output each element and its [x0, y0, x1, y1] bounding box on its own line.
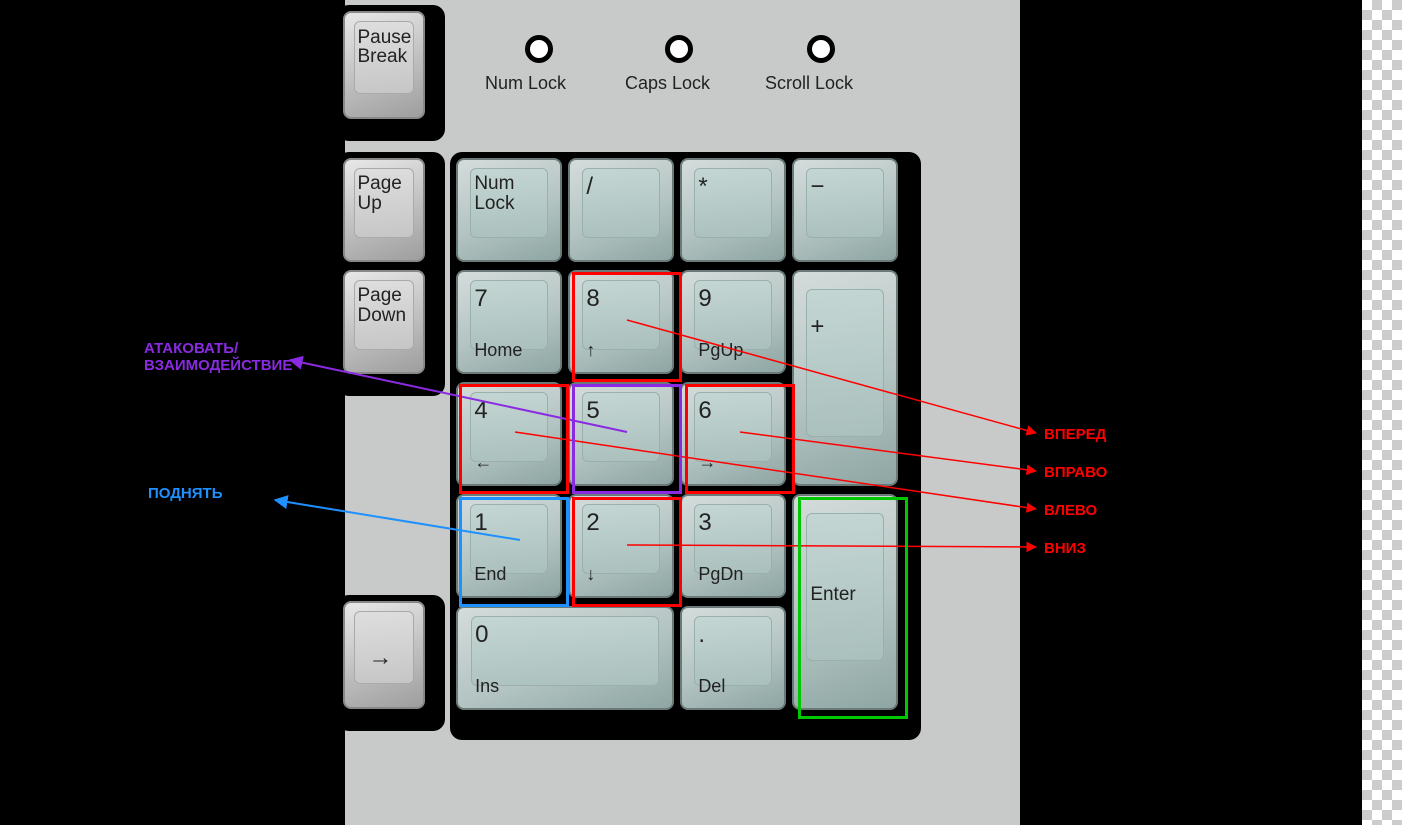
- plus-label: +: [810, 314, 824, 339]
- num2-label: 2: [586, 510, 599, 535]
- dot-key[interactable]: . Del: [680, 606, 786, 710]
- num4-key[interactable]: 4←: [456, 382, 562, 486]
- num4-sub: ←: [474, 453, 492, 472]
- arrow-cluster: →: [337, 595, 445, 731]
- numlock-led: [525, 35, 553, 63]
- plus-key[interactable]: +: [792, 270, 898, 486]
- pause-cluster: Pause Break: [337, 5, 445, 141]
- star-key[interactable]: *: [680, 158, 786, 262]
- page-cluster: Page Up Page Down: [337, 152, 445, 396]
- minus-key[interactable]: −: [792, 158, 898, 262]
- num5-key[interactable]: 5: [568, 382, 674, 486]
- dot-sub: Del: [698, 677, 725, 696]
- scrolllock-led-label: Scroll Lock: [765, 73, 853, 94]
- num1-label: 1: [474, 510, 487, 535]
- capslock-led-label: Caps Lock: [625, 73, 710, 94]
- star-label: *: [698, 174, 707, 199]
- pagedown-key[interactable]: Page Down: [343, 270, 425, 374]
- pagedown-label: Page Down: [357, 286, 406, 326]
- num8-key[interactable]: 8↑: [568, 270, 674, 374]
- right-arrow-key[interactable]: →: [343, 601, 425, 709]
- scrolllock-led: [807, 35, 835, 63]
- numpad-cluster: Num Lock / * − 7Home 8↑ 9PgUp + 4← 5 6→ …: [450, 152, 921, 740]
- numlock-label: Num Lock: [474, 174, 514, 214]
- num7-key[interactable]: 7 Home: [456, 270, 562, 374]
- num7-label: 7: [474, 286, 487, 311]
- num7-sub: Home: [474, 341, 522, 360]
- keyboard-body: Num Lock Caps Lock Scroll Lock Pause Bre…: [345, 0, 1020, 825]
- annotation-forward: ВПЕРЕД: [1044, 426, 1106, 443]
- num6-key[interactable]: 6→: [680, 382, 786, 486]
- capslock-led: [665, 35, 693, 63]
- annotation-right: ВПРАВО: [1044, 464, 1107, 481]
- pageup-label: Page Up: [357, 174, 401, 214]
- num1-sub: End: [474, 565, 506, 584]
- num8-sub: ↑: [586, 341, 595, 360]
- num2-sub: ↓: [586, 565, 595, 584]
- pageup-key[interactable]: Page Up: [343, 158, 425, 262]
- num8-label: 8: [586, 286, 599, 311]
- pause-break-label: Pause Break: [357, 28, 411, 68]
- annotation-down: ВНИЗ: [1044, 540, 1086, 557]
- transparency-checker: [1362, 0, 1402, 825]
- num9-label: 9: [698, 286, 711, 311]
- num9-sub: PgUp: [698, 341, 743, 360]
- num1-key[interactable]: 1 End: [456, 494, 562, 598]
- num9-key[interactable]: 9 PgUp: [680, 270, 786, 374]
- right-arrow-label: →: [368, 645, 392, 670]
- num0-label: 0: [475, 622, 488, 647]
- slash-key[interactable]: /: [568, 158, 674, 262]
- num0-sub: Ins: [475, 677, 499, 696]
- minus-label: −: [810, 174, 824, 199]
- num2-key[interactable]: 2↓: [568, 494, 674, 598]
- annotation-attack: АТАКОВАТЬ/ ВЗАИМОДЕЙСТВИЕ: [144, 340, 292, 374]
- annotation-left: ВЛЕВО: [1044, 502, 1097, 519]
- enter-key[interactable]: Enter: [792, 494, 898, 710]
- dot-label: .: [698, 622, 705, 647]
- num6-sub: →: [698, 453, 716, 472]
- enter-label: Enter: [810, 585, 855, 605]
- num0-key[interactable]: 0 Ins: [456, 606, 674, 710]
- num3-label: 3: [698, 510, 711, 535]
- numlock-key[interactable]: Num Lock: [456, 158, 562, 262]
- pause-break-key[interactable]: Pause Break: [343, 11, 425, 119]
- num3-sub: PgDn: [698, 565, 743, 584]
- numlock-led-label: Num Lock: [485, 73, 566, 94]
- num6-label: 6: [698, 398, 711, 423]
- num3-key[interactable]: 3 PgDn: [680, 494, 786, 598]
- num4-label: 4: [474, 398, 487, 423]
- annotation-pickup: ПОДНЯТЬ: [148, 485, 223, 502]
- num5-label: 5: [586, 398, 599, 423]
- slash-label: /: [586, 174, 593, 199]
